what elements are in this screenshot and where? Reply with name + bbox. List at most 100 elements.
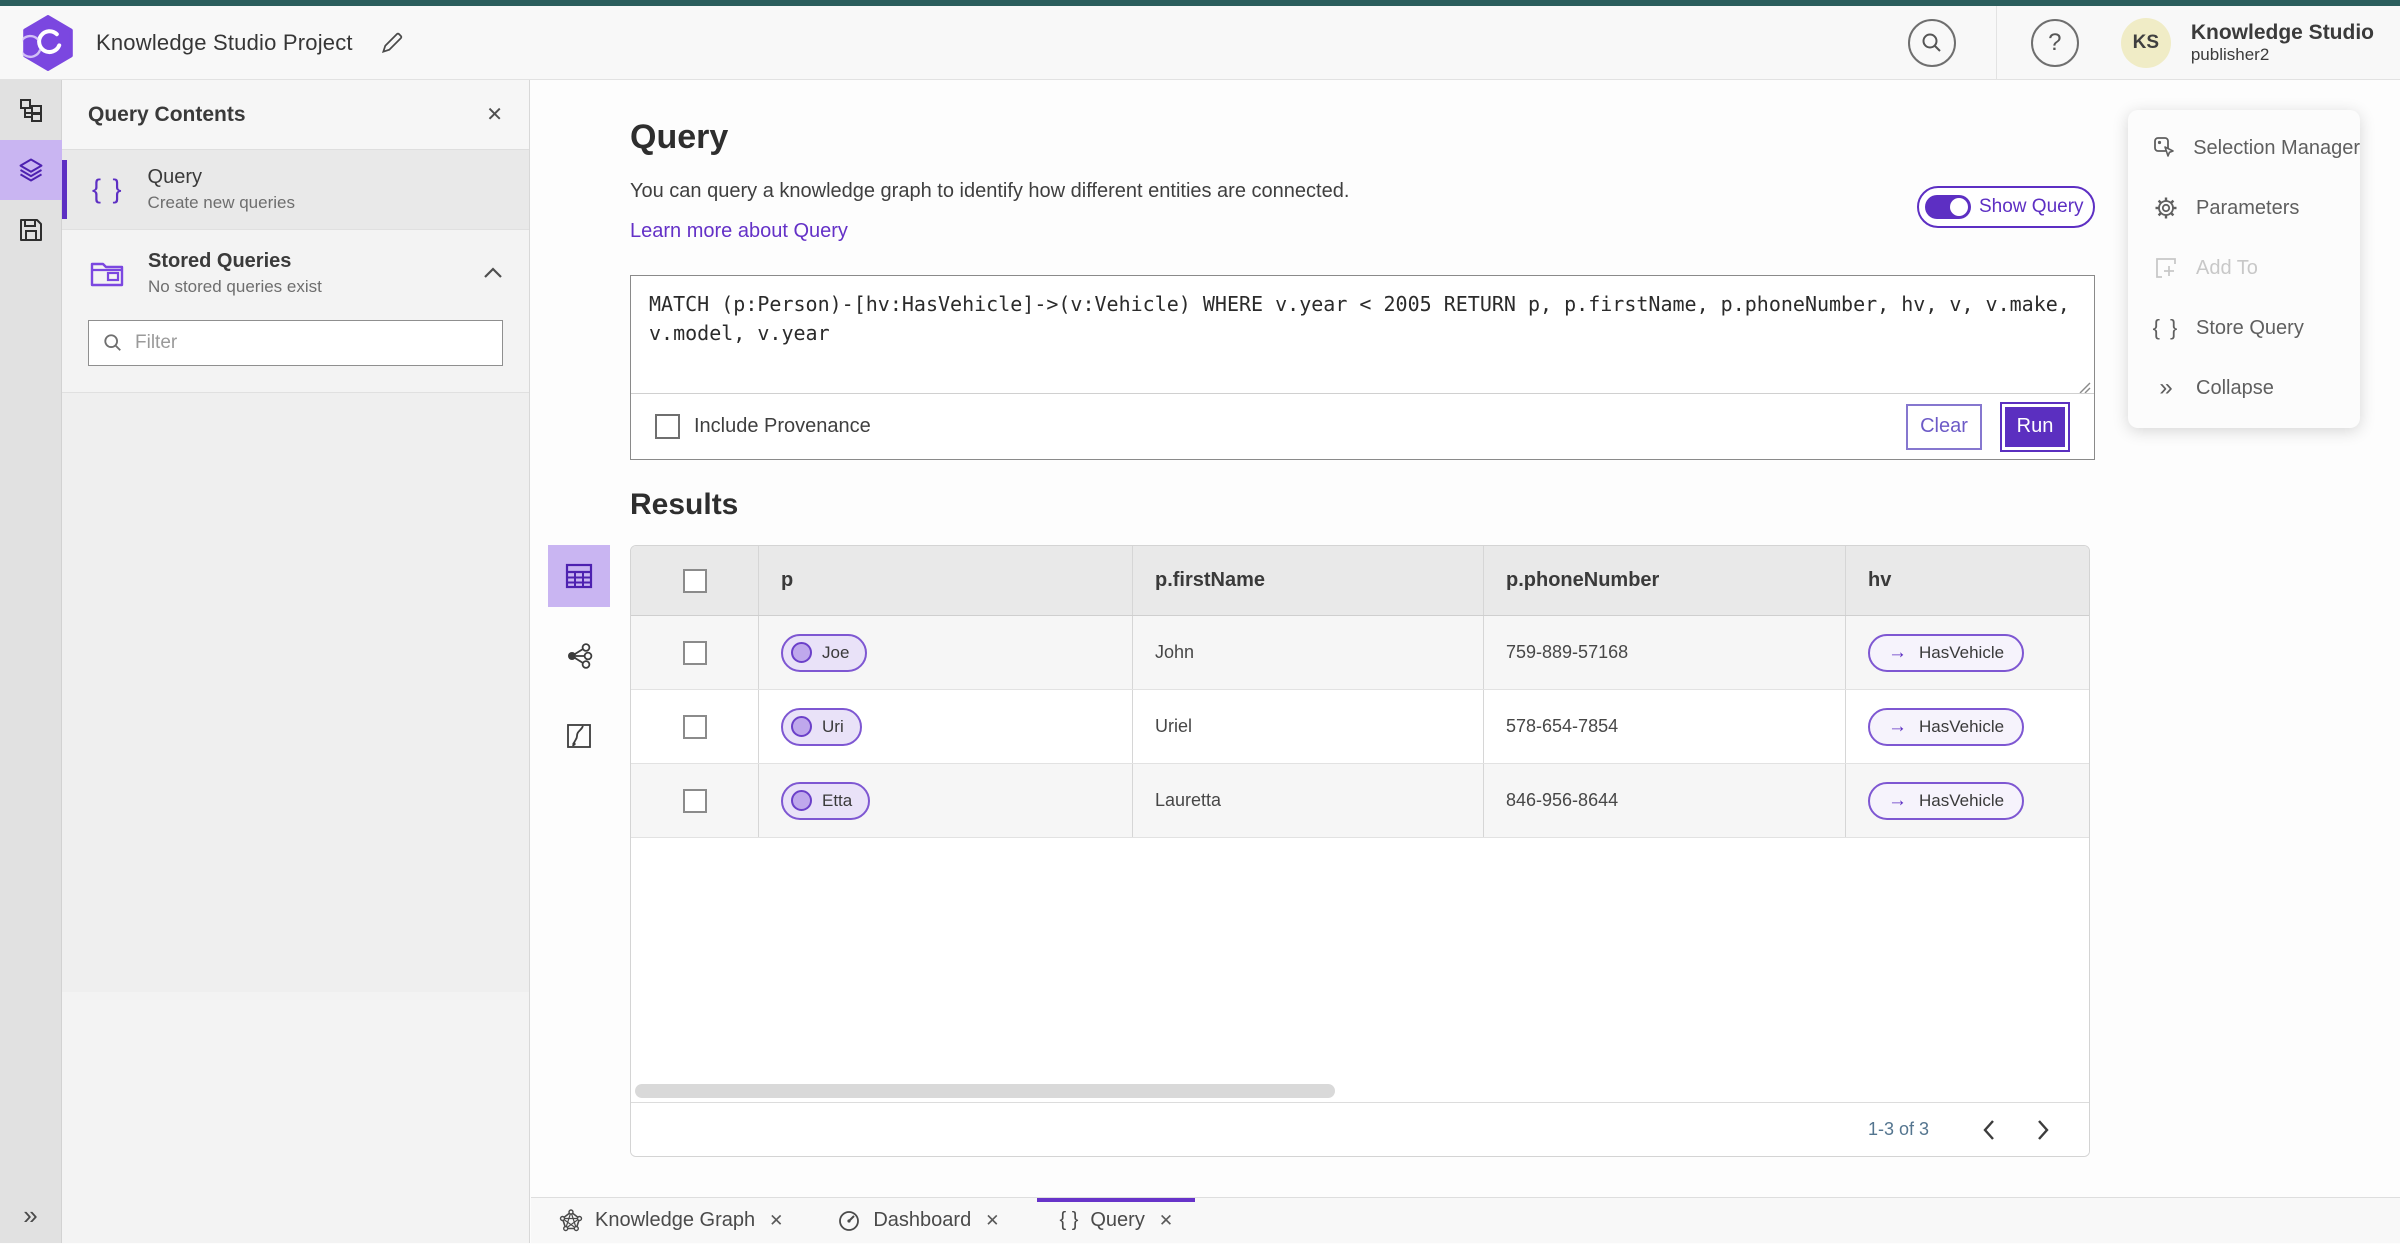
tab-query[interactable]: { } Query ✕ xyxy=(1037,1197,1195,1244)
include-provenance-checkbox[interactable] xyxy=(655,414,680,439)
panel-item-stored-queries[interactable]: Stored Queries No stored queries exist xyxy=(62,230,529,316)
pagination-range: 1-3 of 3 xyxy=(1867,1119,1929,1139)
edge-pill[interactable]: → HasVehicle xyxy=(1868,633,2025,672)
stored-queries-filter xyxy=(88,320,503,366)
avatar[interactable]: KS xyxy=(2120,17,2171,68)
column-header-firstname[interactable]: p.firstName xyxy=(1133,546,1484,615)
search-button[interactable] xyxy=(1907,18,1956,67)
app-header: Knowledge Studio Project ? KS Knowledge … xyxy=(0,5,2400,80)
save-icon xyxy=(19,219,42,241)
save-button[interactable] xyxy=(0,200,62,260)
table-row[interactable]: Etta Lauretta 846-956-8644 → HasVehicle xyxy=(631,764,2089,838)
graph-view-button[interactable] xyxy=(548,625,610,687)
edge-pill[interactable]: → HasVehicle xyxy=(1868,781,2025,820)
header-checkbox-cell xyxy=(631,546,759,615)
node-pill[interactable]: Etta xyxy=(781,781,871,820)
stored-queries-texts: Stored Queries No stored queries exist xyxy=(148,250,322,297)
menu-item-selection-manager[interactable]: Selection Manager xyxy=(2128,118,2360,178)
close-tab-icon[interactable]: ✕ xyxy=(769,1211,783,1231)
resize-handle-icon[interactable] xyxy=(2077,380,2091,394)
row-checkbox[interactable] xyxy=(682,788,707,813)
expand-rail-button[interactable]: » xyxy=(23,1200,37,1231)
node-pill[interactable]: Joe xyxy=(781,633,868,672)
pagination-next-button[interactable] xyxy=(2023,1110,2063,1150)
cell-phonenumber: 578-654-7854 xyxy=(1506,716,1619,736)
query-editor-footer: Include Provenance Clear Run xyxy=(631,393,2094,459)
user-name: Knowledge Studio xyxy=(2190,20,2374,44)
left-icon-rail: » xyxy=(0,80,62,1243)
braces-icon: { } xyxy=(2152,315,2180,340)
chevron-up-icon[interactable] xyxy=(483,267,503,279)
network-icon xyxy=(568,643,593,669)
stored-queries-subtitle: No stored queries exist xyxy=(148,276,322,296)
toggle-knob xyxy=(1950,198,1968,216)
braces-icon: { } xyxy=(1059,1209,1079,1231)
select-all-checkbox[interactable] xyxy=(682,568,707,593)
results-title: Results xyxy=(630,488,739,521)
query-item-subtitle: Create new queries xyxy=(147,193,295,212)
collapse-icon: » xyxy=(2159,374,2173,401)
hierarchy-view-button[interactable] xyxy=(0,80,62,140)
column-header-p[interactable]: p xyxy=(759,546,1133,615)
knowledge-studio-app: Knowledge Studio Project ? KS Knowledge … xyxy=(0,0,2400,1243)
table-row[interactable]: Joe John 759-889-57168 → HasVehicle xyxy=(631,616,2089,690)
tab-knowledge-graph[interactable]: Knowledge Graph ✕ xyxy=(543,1198,799,1244)
query-actions-menu: Selection Manager Parameters Add To {} … xyxy=(2128,110,2360,428)
dashboard-icon xyxy=(837,1209,861,1233)
tab-dashboard[interactable]: Dashboard ✕ xyxy=(821,1198,1015,1244)
layers-icon xyxy=(19,158,42,182)
node-pill[interactable]: Uri xyxy=(781,707,862,746)
cell-firstname: Uriel xyxy=(1155,716,1193,736)
gear-icon xyxy=(2152,196,2180,220)
table-icon xyxy=(565,563,593,589)
row-checkbox[interactable] xyxy=(682,640,707,665)
search-icon xyxy=(1922,33,1941,52)
user-info: Knowledge Studio publisher2 xyxy=(2191,21,2374,65)
help-button[interactable]: ? xyxy=(2030,18,2079,67)
layers-view-button[interactable] xyxy=(0,140,62,200)
panel-close-icon[interactable]: ✕ xyxy=(486,102,503,127)
node-dot-icon xyxy=(791,716,812,737)
knowledge-graph-icon xyxy=(559,1208,583,1233)
edit-title-icon[interactable] xyxy=(379,30,405,56)
close-tab-icon[interactable]: ✕ xyxy=(985,1211,999,1231)
braces-icon: { } xyxy=(92,174,124,204)
map-view-button[interactable] xyxy=(548,705,610,767)
node-dot-icon xyxy=(791,642,812,663)
menu-item-add-to: Add To xyxy=(2128,238,2360,298)
menu-item-collapse[interactable]: » Collapse xyxy=(2128,358,2360,418)
column-header-phonenumber[interactable]: p.phoneNumber xyxy=(1484,546,1846,615)
include-provenance-label: Include Provenance xyxy=(694,415,871,437)
header-divider xyxy=(1995,5,1997,80)
query-page-title: Query xyxy=(630,118,729,156)
run-button[interactable]: Run xyxy=(2000,401,2070,452)
panel-item-query[interactable]: { } Query Create new queries xyxy=(62,150,529,230)
menu-item-parameters[interactable]: Parameters xyxy=(2128,178,2360,238)
stored-queries-folder-icon xyxy=(90,262,124,287)
horizontal-scrollbar[interactable] xyxy=(635,1084,1335,1098)
clear-button[interactable]: Clear xyxy=(1906,403,1982,450)
edge-arrow-icon: → xyxy=(1888,641,1907,663)
query-text-input[interactable]: MATCH (p:Person)-[hv:HasVehicle]->(v:Veh… xyxy=(631,276,2094,393)
row-checkbox[interactable] xyxy=(682,714,707,739)
stored-queries-title: Stored Queries xyxy=(148,249,292,272)
show-query-toggle[interactable]: Show Query xyxy=(1917,186,2095,228)
cell-firstname: Lauretta xyxy=(1155,790,1222,810)
panel-header: Query Contents ✕ xyxy=(62,80,529,150)
map-route-icon xyxy=(567,724,591,748)
edge-pill[interactable]: → HasVehicle xyxy=(1868,707,2025,746)
pagination-prev-button[interactable] xyxy=(1969,1110,2009,1150)
project-title: Knowledge Studio Project xyxy=(96,29,353,55)
cell-phonenumber: 846-956-8644 xyxy=(1506,790,1619,810)
learn-more-link[interactable]: Learn more about Query xyxy=(630,220,848,243)
selection-manager-icon xyxy=(2152,136,2177,160)
menu-item-store-query[interactable]: { } Store Query xyxy=(2128,298,2360,358)
table-row[interactable]: Uri Uriel 578-654-7854 → HasVehicle xyxy=(631,690,2089,764)
bottom-tab-bar: Knowledge Graph ✕ Dashboard ✕ { } Query … xyxy=(531,1197,2400,1243)
close-tab-icon[interactable]: ✕ xyxy=(1159,1211,1173,1231)
cell-phonenumber: 759-889-57168 xyxy=(1506,642,1629,662)
table-view-button[interactable] xyxy=(548,545,610,607)
filter-input[interactable] xyxy=(135,332,465,354)
column-header-hv[interactable]: hv xyxy=(1846,546,2089,615)
results-view-switcher xyxy=(548,545,610,767)
